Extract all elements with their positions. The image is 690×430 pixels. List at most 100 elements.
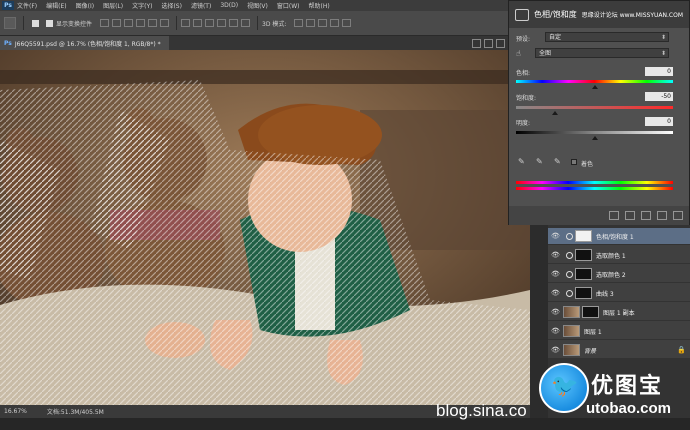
hand-adjust-icon[interactable]: ☝ — [516, 49, 521, 58]
eyedropper-plus-icon[interactable]: ✎ — [536, 157, 543, 166]
layer-name: 图层 1 副本 — [603, 309, 635, 317]
lightness-label: 明度: — [516, 120, 531, 127]
menu-edit[interactable]: 编辑(E) — [46, 1, 66, 10]
menu-select[interactable]: 选择(S) — [161, 1, 182, 10]
visibility-eye-icon[interactable]: 👁 — [551, 232, 560, 240]
eyedropper-icon[interactable]: ✎ — [518, 157, 525, 166]
layer-mask-thumbnail[interactable] — [575, 268, 592, 280]
hue-value-field[interactable]: 0 — [645, 67, 673, 76]
lightness-value-field[interactable]: 0 — [645, 117, 673, 126]
preset-label: 预设: — [516, 36, 531, 43]
layer-row[interactable]: 👁 选取颜色 2 — [548, 266, 690, 283]
distribute-left-icon[interactable] — [217, 19, 227, 27]
visibility-eye-icon[interactable]: 👁 — [551, 346, 560, 354]
hue-slider-thumb[interactable] — [591, 85, 598, 89]
menu-image[interactable]: 图像(I) — [76, 1, 94, 10]
brand-name-en: utobao.com — [586, 400, 671, 417]
preset-select[interactable]: 自定 — [545, 32, 669, 42]
saturation-slider-track[interactable] — [516, 106, 673, 109]
visibility-eye-icon[interactable]: 👁 — [551, 251, 560, 259]
layer-row[interactable]: 👁 图层 1 副本 — [548, 304, 690, 321]
auto-select-checkbox[interactable] — [32, 19, 39, 27]
menu-view[interactable]: 视图(V) — [247, 1, 268, 10]
menu-help[interactable]: 帮助(H) — [309, 1, 330, 10]
adjustment-layer-icon — [566, 289, 573, 297]
3d-roll-icon[interactable] — [306, 19, 316, 27]
visibility-eye-icon[interactable]: 👁 — [551, 308, 560, 316]
hue-slider-track[interactable] — [516, 80, 673, 83]
distribute-right-icon[interactable] — [241, 19, 251, 27]
view-previous-icon[interactable] — [625, 211, 635, 220]
visibility-eye-icon[interactable]: 👁 — [551, 270, 560, 278]
lightness-slider-track[interactable] — [516, 131, 673, 134]
adjustment-layer-icon — [566, 251, 573, 259]
lock-icon: 🔒 — [677, 346, 686, 354]
input-color-bar — [516, 181, 673, 184]
layer-row[interactable]: 👁 曲线 3 — [548, 285, 690, 302]
menu-filter[interactable]: 滤镜(T) — [191, 1, 211, 10]
align-middle-icon[interactable] — [112, 19, 122, 27]
saturation-value-field[interactable]: -50 — [645, 92, 673, 101]
menu-3d[interactable]: 3D(D) — [220, 2, 238, 9]
hue-saturation-panel: 色相/饱和度 思缘设计论坛 www.MISSYUAN.COM 预设: 自定 ☝ … — [508, 0, 690, 225]
lightness-slider-thumb[interactable] — [591, 136, 598, 140]
layer-name: 色相/饱和度 1 — [596, 233, 634, 241]
visibility-eye-icon[interactable]: 👁 — [551, 327, 560, 335]
align-top-icon[interactable] — [100, 19, 110, 27]
show-transform-checkbox[interactable] — [46, 19, 53, 27]
saturation-slider-thumb[interactable] — [552, 111, 559, 115]
3d-pan-icon[interactable] — [318, 19, 328, 27]
visibility-eye-icon[interactable]: 👁 — [551, 289, 560, 297]
move-tool-icon[interactable] — [4, 17, 16, 29]
channel-select[interactable]: 全图 — [535, 48, 669, 58]
align-left-icon[interactable] — [136, 19, 146, 27]
layer-mask-thumbnail[interactable] — [575, 249, 592, 261]
menu-window[interactable]: 窗口(W) — [277, 1, 300, 10]
close-icon[interactable] — [496, 38, 505, 48]
align-right-icon[interactable] — [160, 19, 170, 27]
doc-size-info[interactable]: 文档:51.3M/405.5M — [47, 407, 104, 416]
blog-url-watermark: blog.sina.co — [436, 401, 527, 420]
document-canvas[interactable] — [0, 50, 530, 405]
distribute-top-icon[interactable] — [181, 19, 191, 27]
layer-mask-thumbnail[interactable] — [582, 306, 599, 318]
delete-icon[interactable] — [673, 211, 683, 220]
visibility-icon[interactable] — [657, 211, 667, 220]
zoom-level[interactable]: 16.67% — [4, 408, 27, 415]
panel-title: 色相/饱和度 — [534, 10, 577, 19]
minimize-icon[interactable] — [472, 38, 481, 48]
clip-to-layer-icon[interactable] — [609, 211, 619, 220]
layer-row[interactable]: 👁 选取颜色 1 — [548, 247, 690, 264]
photoshop-logo: Ps — [2, 1, 14, 10]
bird-icon: 🐦 — [551, 374, 579, 399]
maximize-icon[interactable] — [484, 38, 493, 48]
layer-name: 选取颜色 2 — [596, 271, 626, 279]
layer-thumbnail — [563, 344, 580, 356]
layer-row[interactable]: 👁 图层 1 — [548, 323, 690, 340]
reset-icon[interactable] — [641, 211, 651, 220]
layers-panel: 👁 色相/饱和度 1 👁 选取颜色 1 👁 选取颜色 2 👁 曲线 3 👁 图层… — [548, 228, 690, 359]
distribute-bottom-icon[interactable] — [205, 19, 215, 27]
preset-value: 自定 — [549, 34, 562, 41]
align-bottom-icon[interactable] — [124, 19, 134, 27]
3d-slide-icon[interactable] — [330, 19, 340, 27]
3d-scale-icon[interactable] — [342, 19, 352, 27]
3d-rotate-icon[interactable] — [294, 19, 304, 27]
menu-file[interactable]: 文件(F) — [17, 1, 37, 10]
layer-thumbnail — [563, 325, 580, 337]
menu-layer[interactable]: 图层(L) — [103, 1, 123, 10]
layer-row[interactable]: 👁 背景 🔒 — [548, 342, 690, 359]
hue-label: 色相: — [516, 70, 531, 77]
distribute-middle-icon[interactable] — [193, 19, 203, 27]
colorize-label: 着色 — [581, 161, 594, 168]
colorize-checkbox[interactable] — [571, 159, 577, 165]
align-center-icon[interactable] — [148, 19, 158, 27]
layer-row[interactable]: 👁 色相/饱和度 1 — [548, 228, 690, 245]
menu-type[interactable]: 文字(Y) — [132, 1, 152, 10]
distribute-center-icon[interactable] — [229, 19, 239, 27]
divider — [257, 16, 259, 30]
layer-mask-thumbnail[interactable] — [575, 230, 592, 242]
document-tab[interactable]: Ps J66Q5591.psd @ 16.7% (色相/饱和度 1, RGB/8… — [0, 36, 169, 50]
layer-mask-thumbnail[interactable] — [575, 287, 592, 299]
eyedropper-minus-icon[interactable]: ✎ — [554, 157, 561, 166]
